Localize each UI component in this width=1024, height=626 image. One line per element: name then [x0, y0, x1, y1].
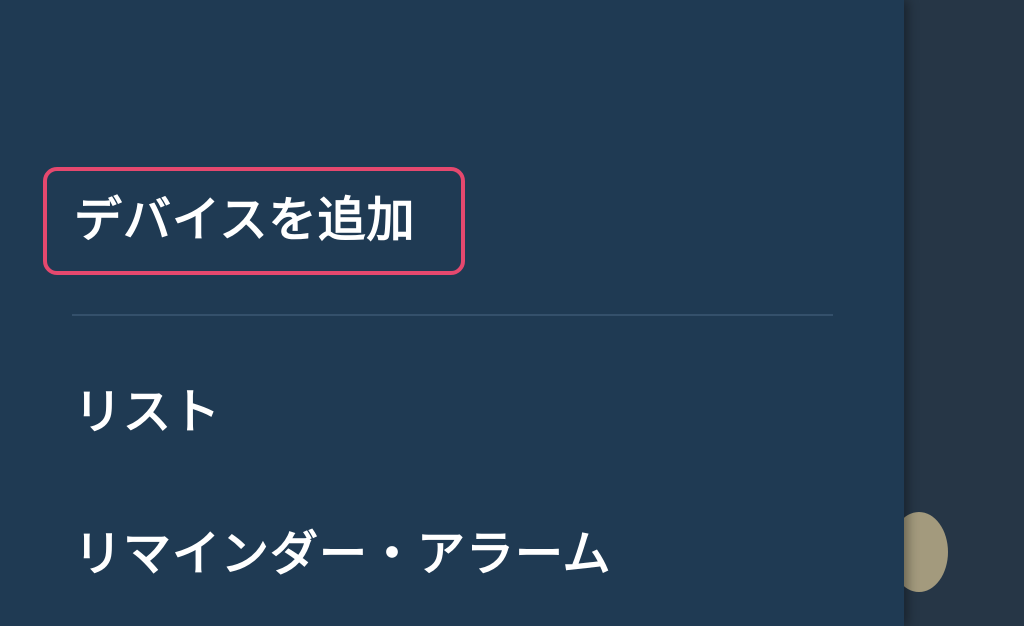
screen: デバイスを追加 リスト リマインダー・アラーム [0, 0, 1024, 626]
navigation-drawer: デバイスを追加 リスト リマインダー・アラーム [0, 0, 904, 626]
menu-divider [72, 314, 833, 316]
menu-item-reminders-alarms[interactable]: リマインダー・アラーム [74, 522, 612, 586]
menu-item-list[interactable]: リスト [74, 380, 221, 444]
menu-item-add-device[interactable]: デバイスを追加 [74, 188, 416, 252]
